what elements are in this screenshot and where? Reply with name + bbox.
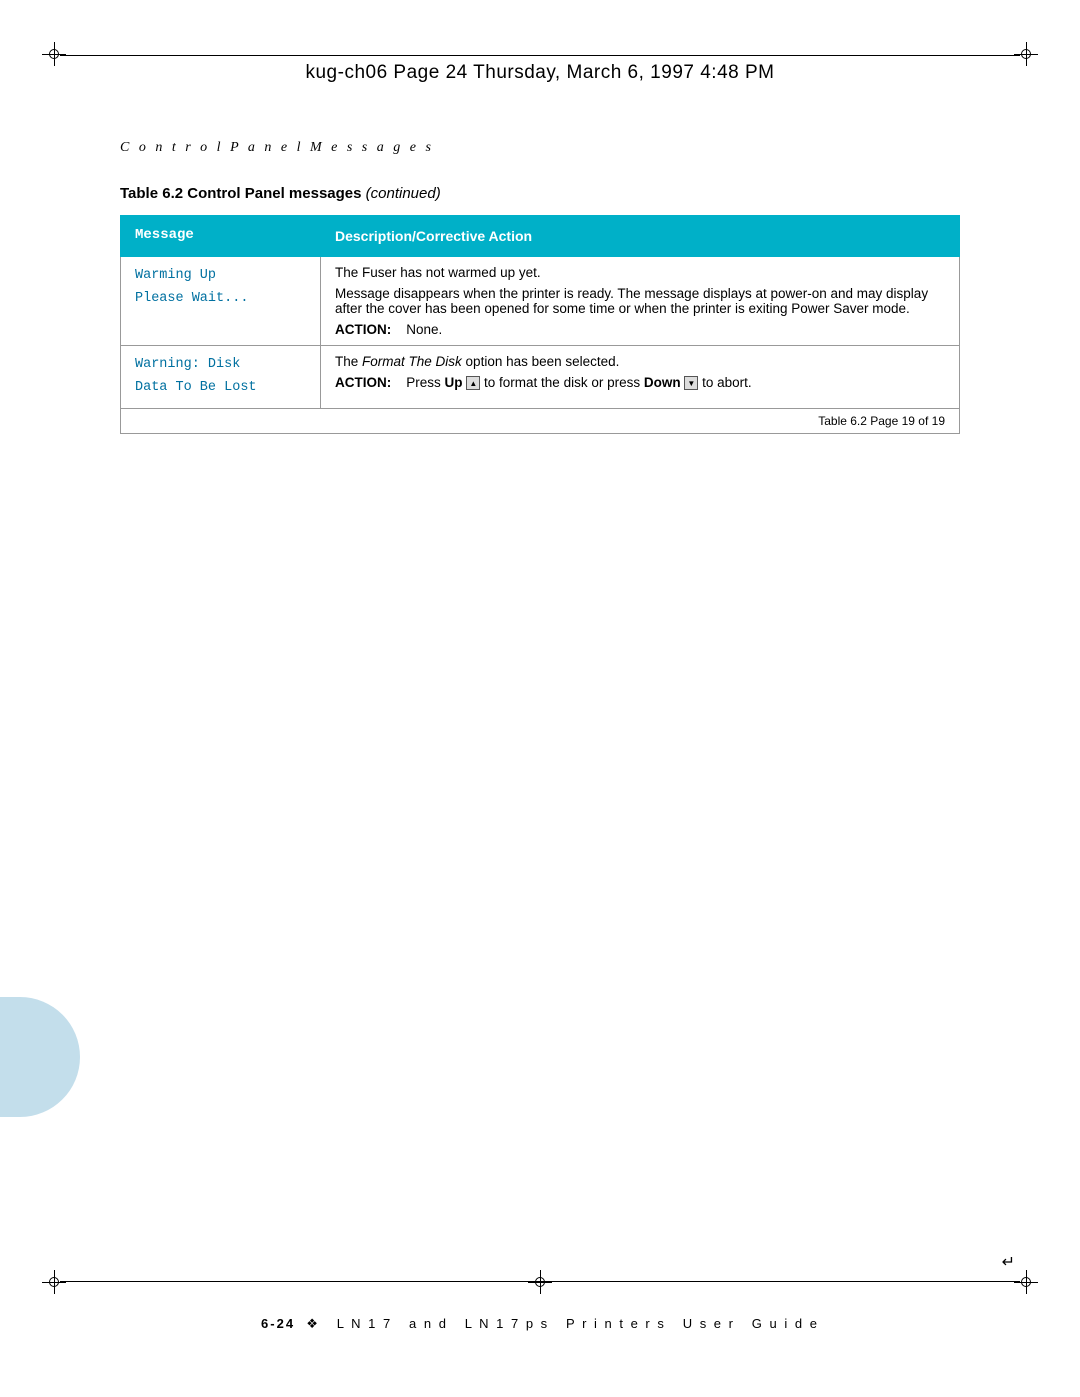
description-cell-1: The Fuser has not warmed up yet. Message… xyxy=(321,256,960,345)
crosshair-bc xyxy=(528,1270,552,1294)
page-container: kug-ch06 Page 24 Thursday, March 6, 1997… xyxy=(0,0,1080,1397)
corner-arrow-icon: ↵ xyxy=(1002,1252,1015,1272)
table-page-note: Table 6.2 Page 19 of 19 xyxy=(818,414,945,428)
crosshair-br xyxy=(1014,1270,1038,1294)
desc-line-1: The Fuser has not warmed up yet. xyxy=(335,265,945,280)
table-title: Table 6.2 Control Panel messages (contin… xyxy=(120,185,441,202)
page-header: kug-ch06 Page 24 Thursday, March 6, 1997… xyxy=(0,62,1080,84)
header-text: kug-ch06 Page 24 Thursday, March 6, 1997… xyxy=(305,62,774,83)
main-table: Message Description/Corrective Action Wa… xyxy=(120,215,960,434)
table-row: Warning: DiskData To Be Lost The Format … xyxy=(121,345,960,408)
col-header-description: Description/Corrective Action xyxy=(321,216,960,257)
table-page-note-row: Table 6.2 Page 19 of 19 xyxy=(121,408,960,433)
subtitle: C o n t r o l P a n e l M e s s a g e s xyxy=(120,140,434,156)
desc-line-2: Message disappears when the printer is r… xyxy=(335,286,945,316)
col-header-message: Message xyxy=(121,216,321,257)
table-row: Warming UpPlease Wait... The Fuser has n… xyxy=(121,256,960,345)
message-cell-1: Warming UpPlease Wait... xyxy=(121,256,321,345)
page-footer: 6-24 ❖ L N 1 7 a n d L N 1 7 p s P r i n… xyxy=(0,1316,1080,1332)
decorative-blue-blob xyxy=(0,997,80,1117)
crosshair-bl xyxy=(42,1270,66,1294)
description-cell-2: The Format The Disk option has been sele… xyxy=(321,345,960,408)
down-arrow-icon: ▼ xyxy=(684,376,698,390)
up-arrow-icon: ▲ xyxy=(466,376,480,390)
desc-action-2: ACTION: Press Up ▲ to format the disk or… xyxy=(335,375,945,390)
message-cell-2: Warning: DiskData To Be Lost xyxy=(121,345,321,408)
header-line xyxy=(60,55,1020,56)
desc-action-1: ACTION: None. xyxy=(335,322,945,337)
desc-line-3: The Format The Disk option has been sele… xyxy=(335,354,945,369)
